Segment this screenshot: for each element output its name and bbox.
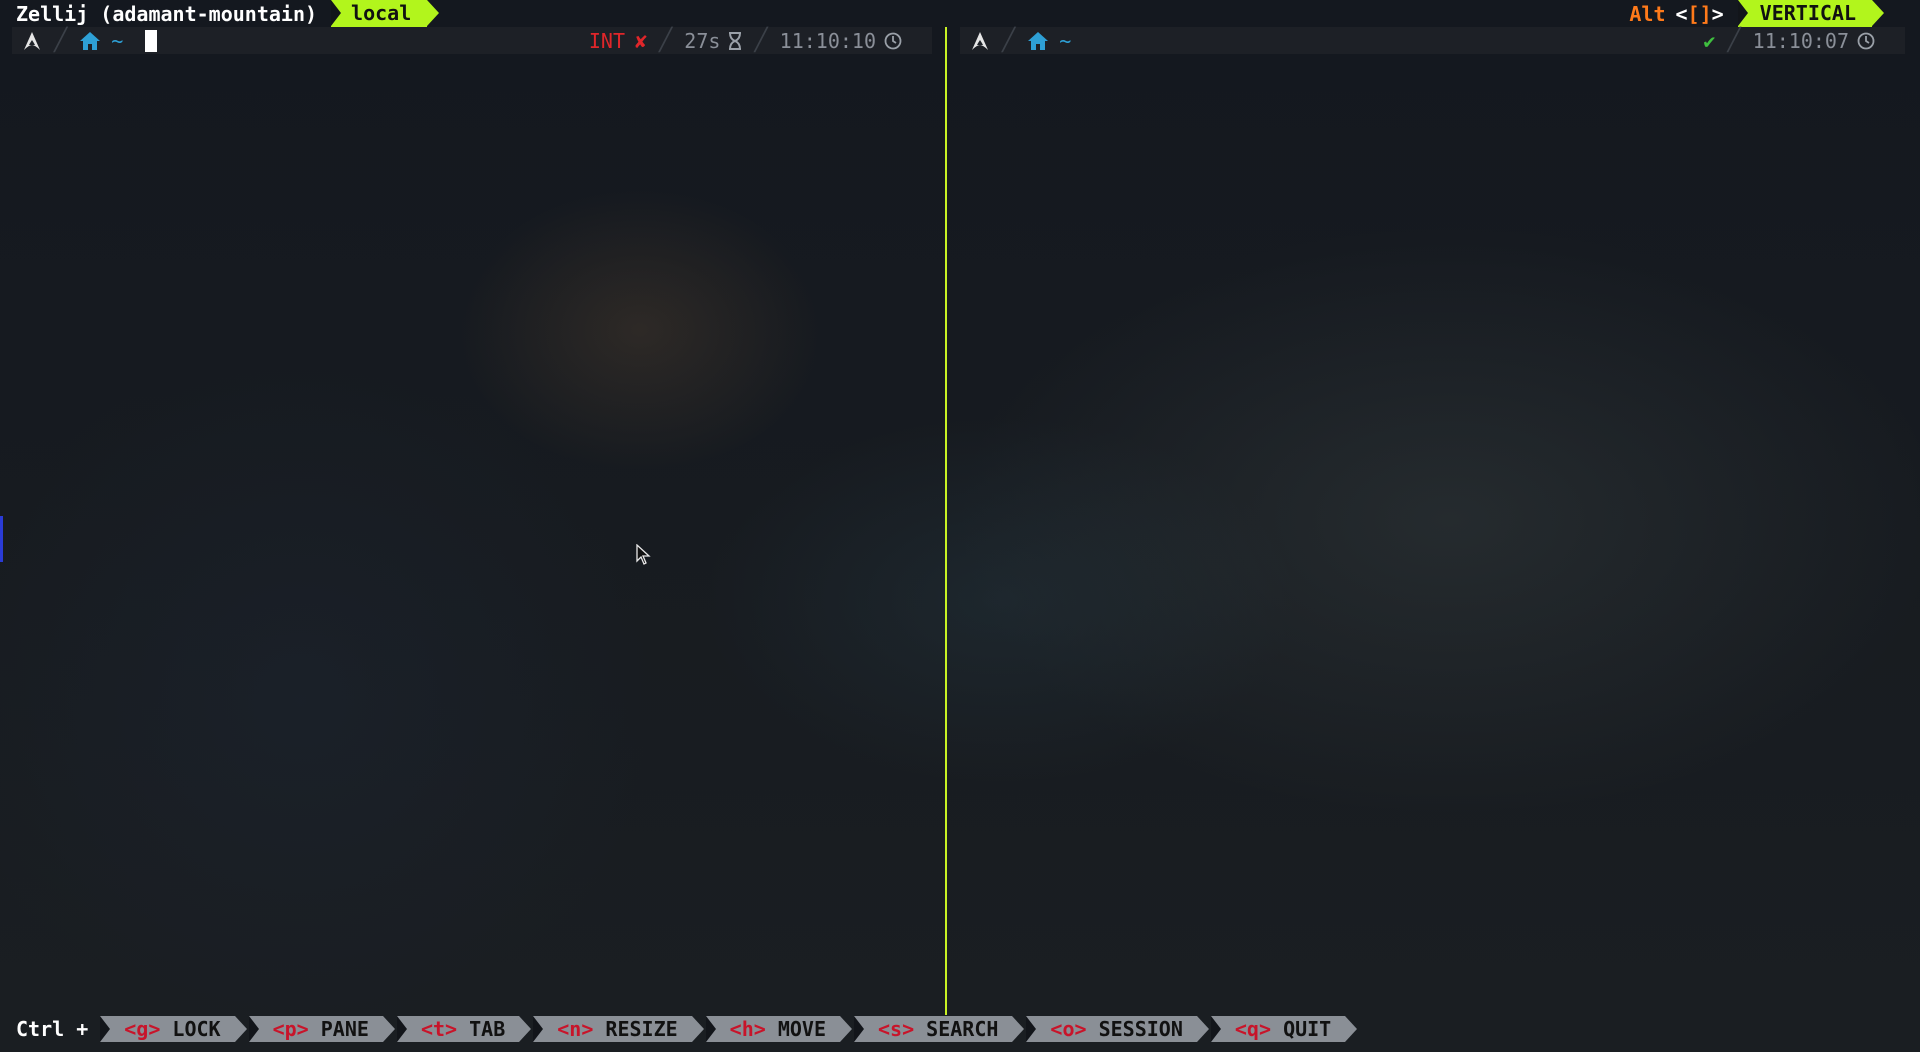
- keybind-key: <p>: [272, 1017, 309, 1041]
- keybind-label: SEARCH: [926, 1017, 999, 1041]
- keybind-key: <s>: [878, 1017, 915, 1041]
- terminal-cursor: [145, 29, 158, 52]
- keybind-label: LOCK: [172, 1017, 221, 1041]
- success-check-icon: ✔: [1703, 28, 1716, 53]
- ctrl-modifier-label: Ctrl +: [16, 1017, 89, 1041]
- command-duration: 27s: [674, 27, 752, 54]
- time-text: 11:10:07: [1752, 28, 1849, 53]
- keybind-lock[interactable]: <g> LOCK: [100, 1016, 247, 1042]
- pane-divider[interactable]: [945, 27, 947, 1015]
- keybind-label: MOVE: [777, 1017, 826, 1041]
- exit-status: INT ✘: [579, 27, 657, 54]
- arch-linux-icon: [960, 27, 1000, 54]
- alt-keys-brackets: []: [1687, 1, 1712, 26]
- arch-linux-icon: [12, 27, 52, 54]
- alt-label: Alt: [1629, 1, 1666, 26]
- keybind-label: SESSION: [1098, 1017, 1183, 1041]
- time-text: 11:10:10: [779, 28, 876, 53]
- segment-separator: ╱: [754, 28, 768, 53]
- keybind-label: TAB: [469, 1017, 506, 1041]
- keybind-key: <t>: [420, 1017, 458, 1041]
- keybind-tab[interactable]: <t> TAB: [396, 1016, 532, 1042]
- alt-keys-close: >: [1711, 1, 1724, 26]
- home-icon: [79, 31, 101, 51]
- keybind-key: <h>: [729, 1017, 766, 1041]
- keybind-key: <g>: [124, 1017, 161, 1041]
- segment-separator: ╱: [1727, 28, 1741, 53]
- mode-indicator: Alt <[]> VERTICAL: [1629, 0, 1885, 27]
- segment-separator: ╱: [659, 28, 673, 53]
- segment-separator: ╱: [1002, 28, 1016, 53]
- home-segment: ~: [69, 27, 133, 54]
- home-segment: ~: [1017, 27, 1081, 54]
- keybind-key: <o>: [1050, 1017, 1087, 1041]
- home-path: ~: [111, 28, 124, 53]
- exit-status-text: INT: [588, 28, 625, 53]
- keybind-session[interactable]: <o> SESSION: [1026, 1016, 1210, 1042]
- right-pane-status-cluster: ✔ ╱ 11:10:07: [1693, 27, 1905, 54]
- keybind-label: PANE: [320, 1017, 369, 1041]
- terminal-screen: Zellij (adamant-mountain) local Alt <[]>…: [0, 0, 1920, 1052]
- clock-icon: [1857, 32, 1875, 50]
- home-icon: [1027, 31, 1049, 51]
- tab-local[interactable]: local: [331, 0, 440, 27]
- mouse-pointer-icon: [636, 543, 652, 571]
- alt-keys-hint: <[]>: [1675, 2, 1723, 26]
- segment-separator: ╱: [54, 28, 68, 53]
- right-pane-prompt[interactable]: ╱ ~ ✔ ╱ 11:10:07: [960, 27, 1905, 54]
- zellij-top-bar: Zellij (adamant-mountain) local Alt <[]>…: [0, 0, 1920, 27]
- keybind-quit[interactable]: <q> QUIT: [1210, 1016, 1358, 1042]
- alt-keys-open: <: [1675, 1, 1688, 26]
- keybind-key: <q>: [1234, 1017, 1272, 1041]
- layout-badge[interactable]: VERTICAL: [1737, 0, 1885, 27]
- session-title: Zellij (adamant-mountain): [16, 1, 318, 26]
- keybind-label: RESIZE: [605, 1017, 678, 1041]
- duration-text: 27s: [684, 28, 721, 53]
- edge-accent: [0, 516, 3, 562]
- keybind-key: <n>: [557, 1017, 594, 1041]
- keybind-search[interactable]: <s> SEARCH: [854, 1016, 1025, 1042]
- zellij-keybinding-bar: Ctrl + <g> LOCK <p> PANE <t> TAB <n> RES…: [0, 1015, 1920, 1043]
- keybind-pane[interactable]: <p> PANE: [248, 1016, 396, 1042]
- clock-icon: [884, 32, 902, 50]
- prompt-time: 11:10:07: [1743, 27, 1885, 54]
- home-path: ~: [1059, 28, 1072, 53]
- keybind-resize[interactable]: <n> RESIZE: [533, 1016, 705, 1042]
- left-pane-prompt[interactable]: ╱ ~ INT ✘ ╱ 27s ╱ 11:10:10: [12, 27, 932, 54]
- hourglass-icon: [728, 31, 742, 50]
- left-pane-status-cluster: INT ✘ ╱ 27s ╱ 11:10:10: [579, 27, 932, 54]
- keybind-move[interactable]: <h> MOVE: [705, 1016, 853, 1042]
- error-mark-icon: ✘: [635, 28, 648, 53]
- keybind-label: QUIT: [1283, 1017, 1332, 1041]
- prompt-time: 11:10:10: [770, 27, 912, 54]
